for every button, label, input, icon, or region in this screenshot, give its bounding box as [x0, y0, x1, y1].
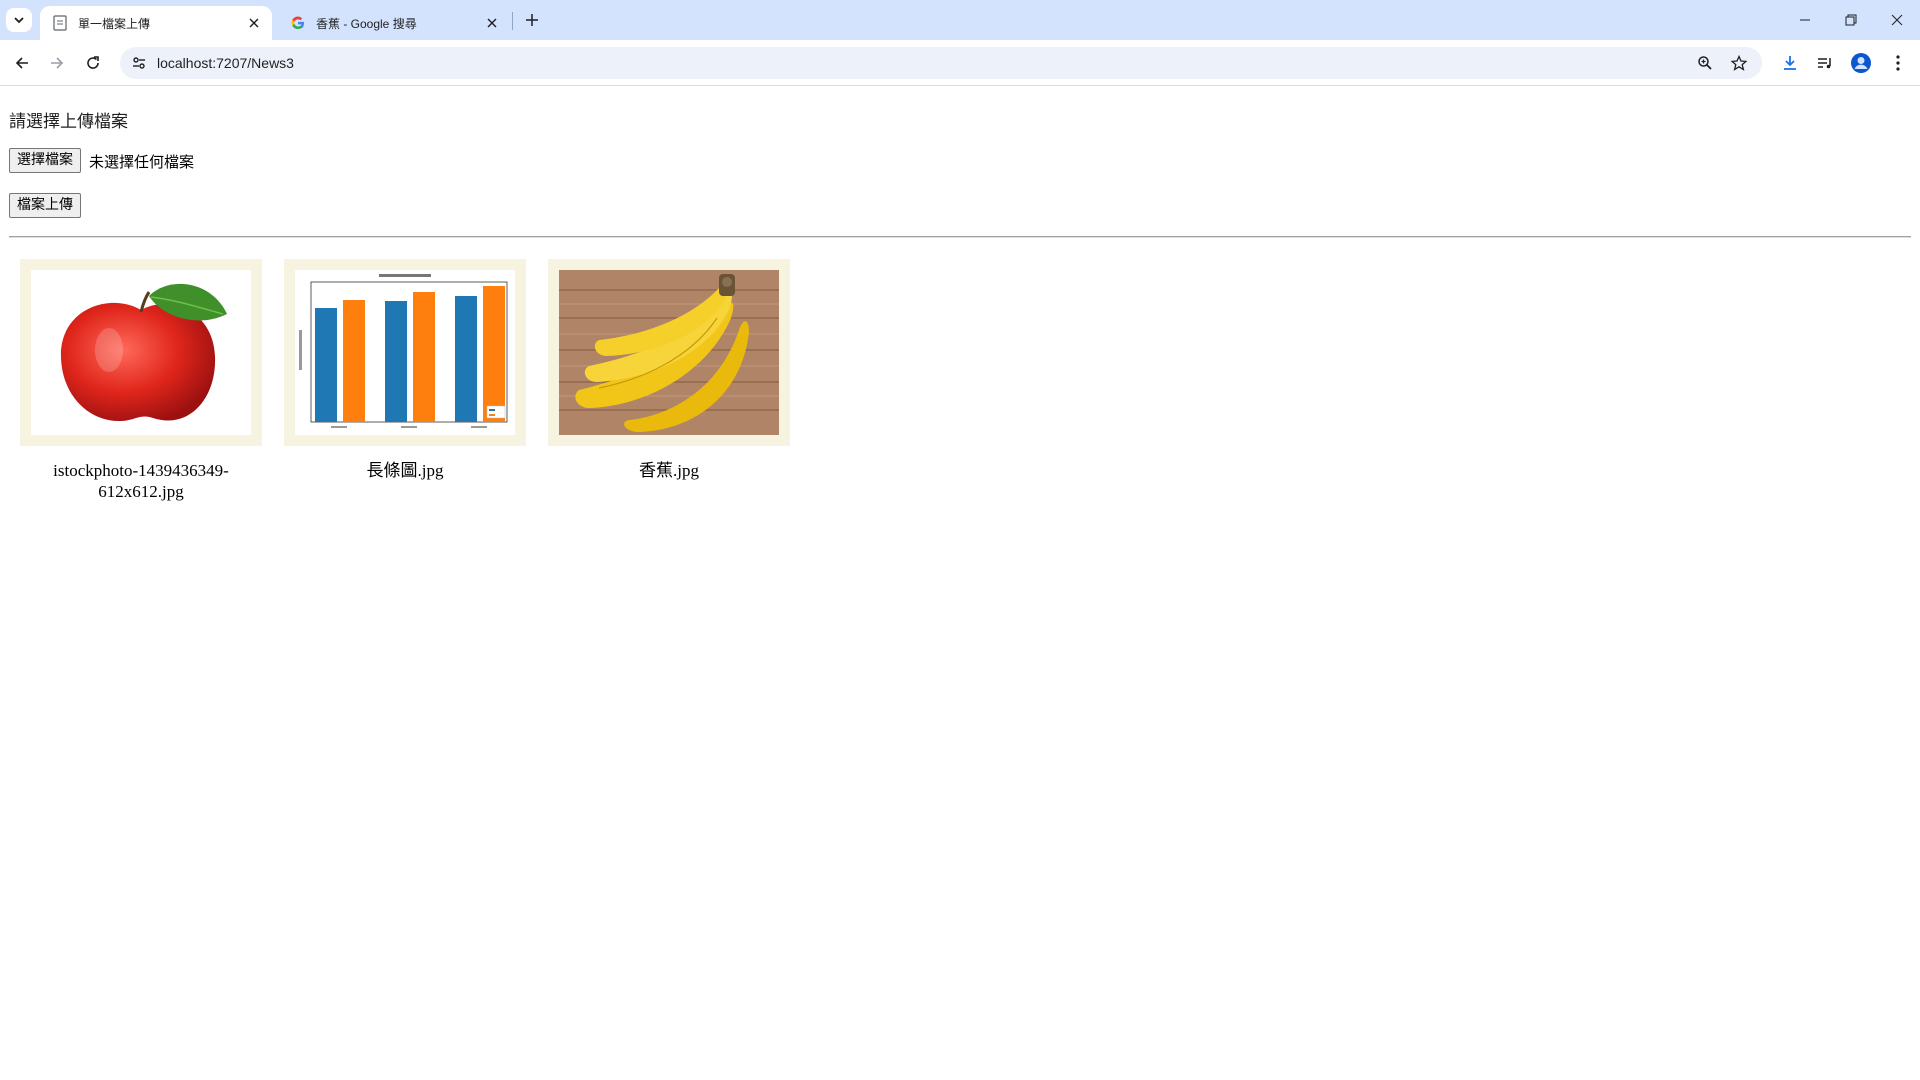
arrow-left-icon — [15, 57, 28, 69]
page-content: 請選擇上傳檔案 選擇檔案 未選擇任何檔案 檔案上傳 istockphoto-14… — [0, 87, 1920, 1080]
reload-icon — [87, 56, 99, 69]
image-caption: 香蕉.jpg — [548, 460, 790, 481]
browser-toolbar: localhost:7207/News3 — [0, 40, 1920, 86]
choose-file-button[interactable]: 選擇檔案 — [9, 148, 81, 173]
restore-icon — [1845, 14, 1857, 26]
close-icon — [1891, 14, 1903, 26]
tab-separator — [512, 12, 513, 30]
minimize-icon — [1800, 19, 1810, 21]
gallery-item: istockphoto-1439436349- 612x612.jpg — [20, 259, 262, 502]
image-frame — [548, 259, 790, 446]
caption-line: 612x612.jpg — [98, 482, 184, 501]
avatar-icon — [1851, 53, 1871, 73]
zoom-icon — [1698, 56, 1712, 70]
back-button[interactable] — [6, 47, 38, 79]
image-frame — [284, 259, 526, 446]
url-text[interactable]: localhost:7207/News3 — [157, 55, 294, 71]
kebab-menu-icon — [1896, 55, 1900, 71]
banana-image[interactable] — [559, 270, 779, 435]
horizontal-rule — [9, 236, 1911, 238]
media-controls-button[interactable] — [1811, 49, 1839, 77]
bookmark-button[interactable] — [1727, 51, 1751, 75]
address-bar[interactable]: localhost:7207/News3 — [120, 47, 1762, 79]
gallery-item: 長條圖.jpg — [284, 259, 526, 481]
menu-button[interactable] — [1884, 49, 1912, 77]
zoom-button[interactable] — [1693, 51, 1717, 75]
restore-button[interactable] — [1828, 0, 1874, 40]
reload-button[interactable] — [77, 47, 109, 79]
upload-button[interactable]: 檔案上傳 — [9, 193, 81, 218]
tab-active[interactable]: 單一檔案上傳 — [40, 6, 272, 40]
close-icon — [487, 18, 497, 28]
tab-inactive[interactable]: 香蕉 - Google 搜尋 — [278, 6, 510, 40]
downloads-button[interactable] — [1776, 49, 1804, 77]
image-frame — [20, 259, 262, 446]
playlist-icon — [1818, 58, 1831, 69]
arrow-right-icon — [51, 57, 64, 69]
apple-image[interactable] — [31, 270, 251, 435]
page-icon — [52, 15, 68, 31]
site-settings-icon[interactable] — [128, 52, 150, 74]
download-icon — [1784, 56, 1796, 70]
chevron-down-icon — [14, 17, 24, 24]
minimize-button[interactable] — [1782, 0, 1828, 40]
forward-button[interactable] — [41, 47, 73, 79]
gallery-item: 香蕉.jpg — [548, 259, 790, 481]
close-tab-button[interactable] — [244, 13, 264, 33]
close-icon — [249, 18, 259, 28]
close-tab-button[interactable] — [482, 13, 502, 33]
caption-line: 香蕉.jpg — [639, 461, 699, 480]
star-icon — [1731, 55, 1747, 71]
image-caption: 長條圖.jpg — [284, 460, 526, 481]
caption-line: 長條圖.jpg — [366, 461, 444, 480]
tab-title: 香蕉 - Google 搜尋 — [316, 16, 417, 31]
file-status-text: 未選擇任何檔案 — [89, 153, 195, 171]
plus-icon — [526, 14, 538, 26]
tab-strip: 單一檔案上傳 香蕉 - Google 搜尋 — [0, 0, 1920, 40]
new-tab-button[interactable] — [520, 8, 544, 32]
caption-line: istockphoto-1439436349- — [53, 461, 229, 480]
page-heading: 請選擇上傳檔案 — [9, 112, 128, 132]
tab-search-button[interactable] — [6, 8, 32, 32]
profile-button[interactable] — [1847, 49, 1875, 77]
image-caption: istockphoto-1439436349- 612x612.jpg — [20, 460, 262, 502]
tab-title: 單一檔案上傳 — [78, 16, 151, 31]
bar-chart-image[interactable] — [295, 270, 515, 435]
close-window-button[interactable] — [1874, 0, 1920, 40]
google-icon — [290, 15, 306, 31]
